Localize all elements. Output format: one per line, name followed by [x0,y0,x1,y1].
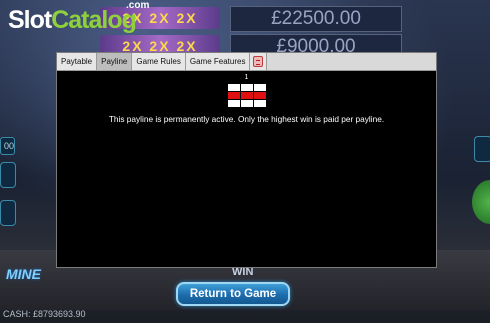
tab-payline[interactable]: Payline [97,53,133,70]
top-win-display-1: £22500.00 [230,6,402,32]
payline-description: This payline is permanently active. Only… [108,114,385,124]
payline-cell [241,84,253,91]
payline-cell [228,100,240,107]
cash-display: CASH: £8793693.90 [3,309,86,319]
info-dialog: Paytable Payline Game Rules Game Feature… [56,52,437,268]
tab-game-features[interactable]: Game Features [185,53,251,70]
payline-diagram [227,83,267,108]
left-side-button-2[interactable] [0,200,16,226]
logo-slot-text: Slot [8,6,52,34]
payline-cell-active [241,92,253,99]
payline-cell [254,84,266,91]
right-side-button[interactable] [474,136,490,162]
payline-cell-active [228,92,240,99]
tab-game-rules[interactable]: Game Rules [132,53,186,70]
payline-cell [254,100,266,107]
close-button[interactable] [250,53,268,70]
dialog-tab-bar: Paytable Payline Game Rules Game Feature… [57,53,436,71]
game-logo: MINE [6,266,41,282]
close-icon [253,56,264,67]
slotcatalog-logo: SlotCatalog .com [8,0,149,35]
payline-cell-active [254,92,266,99]
left-side-button-1[interactable] [0,162,16,188]
payline-cell [228,84,240,91]
return-to-game-button[interactable]: Return to Game [176,282,290,306]
tab-paytable[interactable]: Paytable [57,53,98,70]
payline-cell [241,100,253,107]
payline-number: 1 [244,74,249,81]
left-side-value[interactable]: 00 [0,137,15,155]
logo-catalog-text: Catalog [51,6,137,34]
logo-com-text: .com [126,0,150,11]
